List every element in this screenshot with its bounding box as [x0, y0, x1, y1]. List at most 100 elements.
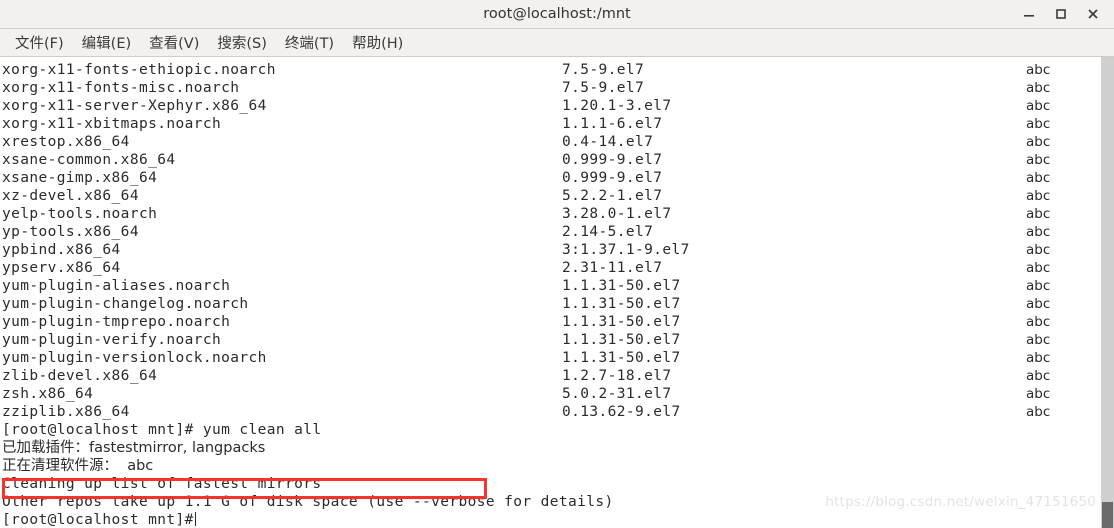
maximize-button[interactable] [1046, 1, 1076, 27]
menu-item-help[interactable]: 帮助(H) [343, 30, 412, 55]
package-version: 0.13.62-9.el7 [562, 404, 681, 420]
close-button[interactable] [1078, 1, 1108, 27]
package-version: 7.5-9.el7 [562, 62, 645, 78]
package-version: 5.0.2-31.el7 [562, 386, 672, 402]
package-repo: abc [1026, 188, 1051, 204]
package-row: zlib-devel.x86_64 1.2.7-18.el7 abc [0, 367, 1100, 385]
menu-item-search[interactable]: 搜索(S) [208, 30, 276, 55]
package-row: zziplib.x86_64 0.13.62-9.el7 abc [0, 403, 1100, 421]
package-version: 5.2.2-1.el7 [562, 188, 663, 204]
terminal-window: root@localhost:/mnt 文件(F) 编辑(E) 查看(V) 搜索… [0, 0, 1114, 528]
package-repo: abc [1026, 368, 1051, 384]
package-repo: abc [1026, 62, 1051, 78]
package-repo: abc [1026, 116, 1051, 132]
package-name: xsane-gimp.x86_64 [2, 170, 158, 186]
package-row: yp-tools.x86_64 2.14-5.el7 abc [0, 223, 1100, 241]
output-line: Cleaning up list of fastest mirrors [2, 476, 322, 492]
package-name: xorg-x11-server-Xephyr.x86_64 [2, 98, 267, 114]
minimize-button[interactable] [1014, 1, 1044, 27]
package-repo: abc [1026, 242, 1051, 258]
package-version: 0.4-14.el7 [562, 134, 654, 150]
menu-item-view[interactable]: 查看(V) [140, 30, 208, 55]
command-line: [root@localhost mnt]# yum clean all [2, 422, 322, 438]
package-repo: abc [1026, 278, 1051, 294]
output-line: 已加载插件：fastestmirror, langpacks [2, 440, 266, 456]
package-version: 1.1.31-50.el7 [562, 296, 681, 312]
package-row: xorg-x11-fonts-ethiopic.noarch 7.5-9.el7 a… [0, 61, 1100, 79]
package-version: 1.1.31-50.el7 [562, 332, 681, 348]
package-row: yum-plugin-tmprepo.noarch 1.1.31-50.el7 ab… [0, 313, 1100, 331]
package-name: xorg-x11-xbitmaps.noarch [2, 116, 222, 132]
package-name: xrestop.x86_64 [2, 134, 130, 150]
package-repo: abc [1026, 206, 1051, 222]
menu-item-file[interactable]: 文件(F) [6, 30, 73, 55]
package-name: xsane-common.x86_64 [2, 152, 176, 168]
package-repo: abc [1026, 170, 1051, 186]
package-name: zziplib.x86_64 [2, 404, 130, 420]
package-version: 1.20.1-3.el7 [562, 98, 672, 114]
menu-item-edit[interactable]: 编辑(E) [73, 30, 140, 55]
output-line: 正在清理软件源： abc [2, 458, 154, 474]
package-name: yum-plugin-changelog.noarch [2, 296, 249, 312]
package-repo: abc [1026, 332, 1051, 348]
package-repo: abc [1026, 134, 1051, 150]
window-title: root@localhost:/mnt [483, 6, 631, 22]
package-repo: abc [1026, 260, 1051, 276]
package-row: yelp-tools.noarch 3.28.0-1.el7 abc [0, 205, 1100, 223]
package-repo: abc [1026, 80, 1051, 96]
text-cursor [194, 512, 197, 526]
prompt-text: [root@localhost mnt]# [2, 512, 194, 528]
package-version: 2.31-11.el7 [562, 260, 663, 276]
package-version: 2.14-5.el7 [562, 224, 654, 240]
menu-bar: 文件(F) 编辑(E) 查看(V) 搜索(S) 终端(T) 帮助(H) [0, 29, 1114, 57]
package-name: yum-plugin-verify.noarch [2, 332, 222, 348]
package-version: 1.2.7-18.el7 [562, 368, 672, 384]
package-version: 0.999-9.el7 [562, 170, 663, 186]
watermark: https://blog.csdn.net/weixin_47151650 [825, 494, 1096, 510]
package-row: ypbind.x86_64 3:1.37.1-9.el7 abc [0, 241, 1100, 259]
terminal-output-area[interactable]: xorg-x11-fonts-ethiopic.noarch 7.5-9.el7 a… [0, 57, 1114, 528]
package-row: yum-plugin-changelog.noarch 1.1.31-50.el7… [0, 295, 1100, 313]
package-name: xorg-x11-fonts-misc.noarch [2, 80, 240, 96]
package-repo: abc [1026, 152, 1051, 168]
package-list: xorg-x11-fonts-ethiopic.noarch 7.5-9.el7 a… [0, 61, 1100, 421]
menu-item-terminal[interactable]: 终端(T) [276, 30, 343, 55]
window-titlebar: root@localhost:/mnt [0, 0, 1114, 29]
package-version: 1.1.31-50.el7 [562, 278, 681, 294]
package-name: yp-tools.x86_64 [2, 224, 139, 240]
package-row: xsane-common.x86_64 0.999-9.el7 abc [0, 151, 1100, 169]
window-controls [1014, 0, 1108, 28]
package-name: zlib-devel.x86_64 [2, 368, 158, 384]
package-repo: abc [1026, 296, 1051, 312]
package-name: ypbind.x86_64 [2, 242, 121, 258]
package-row: yum-plugin-verify.noarch 1.1.31-50.el7 abc [0, 331, 1100, 349]
scrollbar-thumb[interactable] [1102, 502, 1113, 528]
package-row: xz-devel.x86_64 5.2.2-1.el7 abc [0, 187, 1100, 205]
package-version: 1.1.31-50.el7 [562, 314, 681, 330]
package-name: yelp-tools.noarch [2, 206, 158, 222]
package-name: yum-plugin-versionlock.noarch [2, 350, 267, 366]
package-row: zsh.x86_64 5.0.2-31.el7 abc [0, 385, 1100, 403]
package-row: xorg-x11-xbitmaps.noarch 1.1.1-6.el7 abc [0, 115, 1100, 133]
package-version: 1.1.1-6.el7 [562, 116, 663, 132]
package-repo: abc [1026, 350, 1051, 366]
package-repo: abc [1026, 386, 1051, 402]
package-name: ypserv.x86_64 [2, 260, 121, 276]
package-name: yum-plugin-tmprepo.noarch [2, 314, 231, 330]
package-name: yum-plugin-aliases.noarch [2, 278, 231, 294]
console-output: [root@localhost mnt]# yum clean all 已加载插件… [0, 421, 1100, 528]
package-name: xz-devel.x86_64 [2, 188, 139, 204]
package-version: 3:1.37.1-9.el7 [562, 242, 690, 258]
package-row: yum-plugin-aliases.noarch 1.1.31-50.el7 ab… [0, 277, 1100, 295]
package-row: xrestop.x86_64 0.4-14.el7 abc [0, 133, 1100, 151]
package-row: xorg-x11-server-Xephyr.x86_64 1.20.1-3.el… [0, 97, 1100, 115]
package-version: 7.5-9.el7 [562, 80, 645, 96]
package-version: 1.1.31-50.el7 [562, 350, 681, 366]
package-repo: abc [1026, 404, 1051, 420]
package-version: 0.999-9.el7 [562, 152, 663, 168]
package-row: xsane-gimp.x86_64 0.999-9.el7 abc [0, 169, 1100, 187]
vertical-scrollbar[interactable] [1101, 57, 1114, 528]
package-row: xorg-x11-fonts-misc.noarch 7.5-9.el7 abc [0, 79, 1100, 97]
package-name: zsh.x86_64 [2, 386, 94, 402]
package-row: yum-plugin-versionlock.noarch 1.1.31-50.e… [0, 349, 1100, 367]
